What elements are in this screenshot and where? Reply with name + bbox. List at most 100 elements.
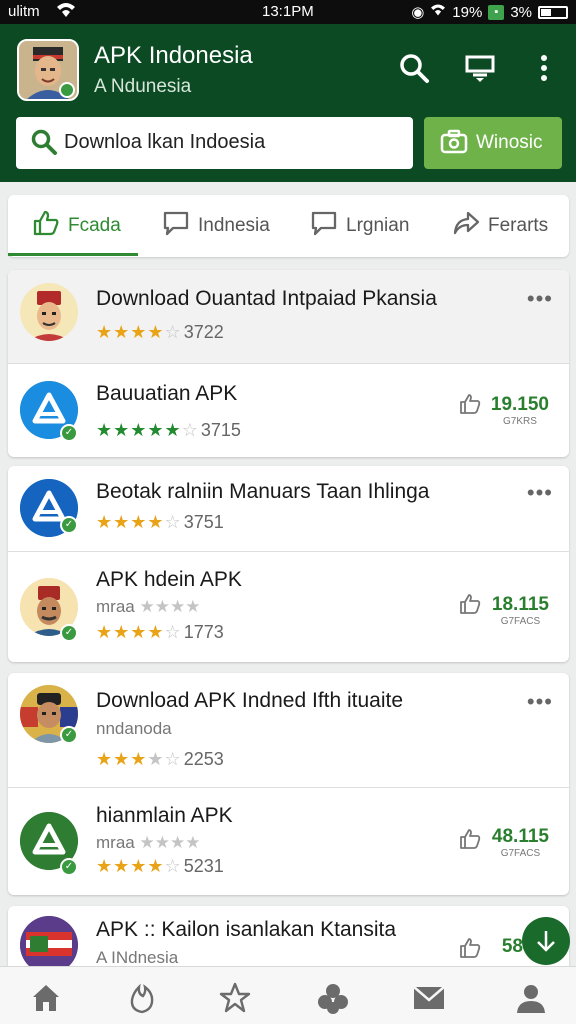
app-title: APK hdein APK [96, 568, 242, 591]
more-options-icon[interactable]: ••• [527, 286, 553, 312]
download-count: 58 [501, 936, 523, 957]
rating-count: 2253 [183, 749, 224, 769]
list-item[interactable]: ✓ Bauuatian APK ★★★★★☆ 3715 19.150 G7KRS [8, 364, 569, 457]
like-icon[interactable] [458, 936, 482, 960]
flame-icon[interactable] [125, 981, 159, 1015]
star-rating: ★★★★☆ 5231 [96, 856, 224, 876]
star-rating: ★★★★★☆ 3715 [96, 420, 241, 440]
battery-label: 3% [510, 3, 532, 21]
app-subtitle: mraa ★★★★ [96, 597, 201, 616]
tab-label: Fcada [68, 215, 121, 236]
list-item[interactable]: ✓ APK hdein APK mraa ★★★★ ★★★★☆ 1773 18.1… [8, 552, 569, 662]
app-title: Bauuatian APK [96, 382, 238, 405]
app-title: Download Ouantad Intpaiad Pkansia [96, 287, 437, 310]
rating-count: 3715 [200, 420, 241, 440]
download-count: 19.150 [490, 394, 549, 415]
app-avatar[interactable] [17, 39, 79, 101]
action-button[interactable]: Winosic [424, 117, 562, 169]
star-rating: ★★★★☆ 2253 [96, 749, 224, 769]
thumb-up-icon [32, 210, 60, 242]
app-card: ✓ Beotak ralniin Manuars Taan Ihlinga ★★… [8, 466, 569, 662]
download-count: 48.115 [491, 826, 549, 847]
download-unit: G7FACS [500, 848, 541, 859]
home-icon[interactable] [29, 981, 63, 1015]
like-icon[interactable] [458, 392, 482, 416]
download-count: 18.115 [491, 594, 549, 615]
share-icon [452, 210, 480, 242]
rating-count: 3751 [183, 512, 224, 532]
battery-percent: 19% [452, 3, 483, 21]
download-badge-icon: ✓ [60, 726, 78, 744]
app-title: Download APK Indned Ifth ituaite [96, 689, 404, 712]
star-icon[interactable] [218, 981, 252, 1015]
app-subtitle: A Ndunesia [94, 76, 192, 97]
camera-icon [440, 129, 468, 161]
download-badge-icon: ✓ [60, 624, 78, 642]
tab-fcada[interactable]: Fcada [32, 195, 121, 257]
more-options-icon[interactable]: ••• [527, 689, 553, 715]
like-icon[interactable] [458, 592, 482, 616]
app-title: APK :: Kailon isanlakan Ktansita [96, 918, 397, 941]
app-subtitle: A INdnesia [96, 948, 179, 967]
download-stat: 18.115 G7FACS [492, 594, 549, 627]
download-fab-button[interactable] [522, 917, 570, 965]
app-title: hianmlain APK [96, 804, 233, 827]
star-rating: ★★★★☆ 1773 [96, 622, 224, 642]
tab-bar: Fcada Indnesia Lrgnian Ferarts [8, 195, 569, 257]
app-icon [20, 283, 78, 341]
mail-icon[interactable] [412, 981, 446, 1015]
download-stat: 19.150 G7KRS [491, 394, 549, 427]
download-unit: G7KRS [502, 416, 537, 427]
profile-icon[interactable] [514, 981, 548, 1015]
carrier-label: ulitm [8, 3, 40, 20]
tab-indnesia[interactable]: Indnesia [162, 195, 270, 257]
active-tab-indicator [8, 253, 138, 256]
download-badge-icon: ✓ [60, 858, 78, 876]
app-header: APK Indonesia A Ndunesia Downloa lkan In… [0, 24, 576, 182]
app-title: APK Indonesia [94, 42, 253, 69]
group-icon[interactable] [316, 981, 350, 1015]
star-rating: ★★★★☆ 3751 [96, 512, 224, 532]
app-subtitle: mraa ★★★★ [96, 833, 201, 852]
arrow-down-icon [533, 930, 559, 960]
clock-time: 13:1PM [262, 3, 314, 20]
cast-icon[interactable] [462, 52, 498, 88]
alarm-icon: ◉ [411, 4, 425, 21]
tab-lrgnian[interactable]: Lrgnian [310, 195, 409, 257]
list-item[interactable]: ✓ hianmlain APK mraa ★★★★ ★★★★☆ 5231 48.1… [8, 788, 569, 895]
battery-icon [538, 5, 568, 19]
rating-count: 1773 [183, 622, 224, 642]
sim-icon: ▪ [488, 4, 505, 20]
list-item[interactable]: ✓ Beotak ralniin Manuars Taan Ihlinga ★★… [8, 466, 569, 551]
download-badge-icon: ✓ [60, 424, 78, 442]
app-card: Download Ouantad Intpaiad Pkansia ★★★★☆ 3… [8, 270, 569, 457]
search-icon [30, 128, 58, 156]
chat-bubble-icon [162, 210, 190, 242]
tab-label: Indnesia [198, 215, 270, 236]
app-card: ✓ Download APK Indned Ifth ituaite nndan… [8, 673, 569, 895]
tab-label: Ferarts [488, 215, 549, 236]
rating-count: 3722 [183, 322, 224, 342]
search-input[interactable]: Downloa lkan Indoesia [16, 117, 413, 169]
list-item[interactable]: ✓ Download APK Indned Ifth ituaite nndan… [8, 673, 569, 787]
more-options-icon[interactable]: ••• [527, 480, 553, 506]
list-item[interactable]: Download Ouantad Intpaiad Pkansia ★★★★☆ 3… [8, 270, 569, 363]
download-stat: 48.115 G7FACS [492, 826, 549, 859]
download-unit: G7FACS [500, 616, 541, 627]
download-badge-icon: ✓ [60, 516, 78, 534]
search-value: Downloa lkan Indoesia [64, 131, 266, 153]
status-bar: ulitm 13:1PM ◉ 19% ▪ 3% [0, 0, 576, 24]
tab-label: Lrgnian [346, 215, 410, 236]
star-rating: ★★★★☆ 3722 [96, 322, 224, 342]
action-button-label: Winosic [476, 132, 543, 153]
wifi-icon [56, 1, 76, 24]
wifi-icon [430, 3, 446, 21]
search-icon[interactable] [396, 52, 432, 88]
rating-count: 5231 [183, 856, 224, 876]
download-stat: 58 [502, 936, 523, 958]
overflow-menu-icon[interactable] [526, 52, 562, 88]
bottom-navigation [0, 966, 576, 1024]
tab-ferarts[interactable]: Ferarts [452, 195, 548, 257]
like-icon[interactable] [458, 827, 482, 851]
app-title: Beotak ralniin Manuars Taan Ihlinga [96, 480, 430, 503]
